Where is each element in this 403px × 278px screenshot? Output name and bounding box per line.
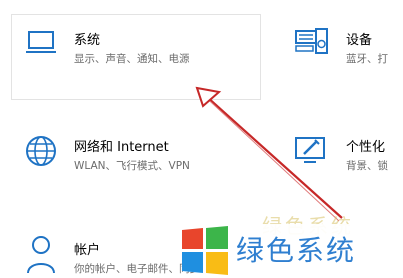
watermark-text: 绿色系统 xyxy=(236,234,357,267)
windows-logo-icon xyxy=(182,226,228,275)
